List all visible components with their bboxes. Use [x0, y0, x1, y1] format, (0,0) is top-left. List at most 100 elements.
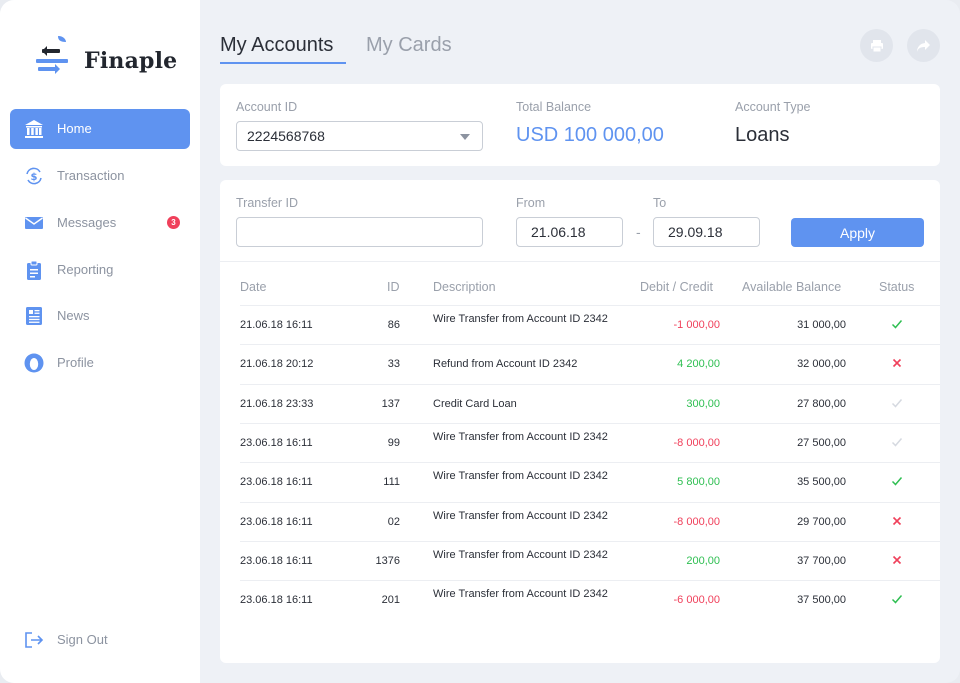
table-row[interactable]: 23.06.18 16:11 201 Wire Transfer from Acco… — [240, 580, 940, 619]
cell-available-balance: 35 500,00 — [797, 476, 846, 489]
column-header-date[interactable]: Date — [240, 280, 266, 294]
cell-date: 21.06.18 23:33 — [240, 397, 314, 410]
cell-description: Wire Transfer from Account ID 2342 — [433, 588, 608, 601]
cell-debit-credit: -8 000,00 — [673, 515, 720, 528]
cell-id: 86 — [387, 319, 400, 331]
sidebar-item-messages[interactable]: Messages 3 — [10, 203, 190, 243]
account-type-value: Loans — [735, 124, 790, 146]
print-button[interactable] — [860, 29, 893, 62]
cell-description: Wire Transfer from Account ID 2342 — [433, 313, 608, 325]
cell-id: 111 — [383, 476, 400, 489]
cell-available-balance: 37 700,00 — [797, 554, 846, 567]
app-window: Finaple Home $ Transaction Messages 3 Re… — [0, 0, 960, 683]
cell-debit-credit: -1 000,00 — [673, 319, 720, 331]
table-row[interactable]: 21.06.18 16:11 86 Wire Transfer from Accou… — [240, 305, 940, 344]
table-row[interactable]: 21.06.18 23:33 137 Credit Card Loan 300,00 2… — [240, 383, 940, 423]
cell-id: 99 — [387, 436, 400, 449]
cell-date: 23.06.18 16:11 — [240, 594, 313, 607]
sidebar-item-home[interactable]: Home — [10, 109, 190, 149]
tab-my-cards[interactable]: My Cards — [366, 34, 452, 57]
print-icon — [870, 39, 883, 52]
sign-out-icon — [24, 630, 44, 650]
account-type-label: Account Type — [735, 100, 811, 114]
cell-id: 1376 — [375, 554, 400, 567]
finaple-logo-icon — [36, 36, 68, 74]
account-id-value: 2224568768 — [247, 128, 325, 144]
column-header-status[interactable]: Status — [879, 280, 914, 294]
sidebar-item-news[interactable]: News — [10, 296, 190, 336]
table-row[interactable]: 23.06.18 16:11 99 Wire Transfer from Accou… — [240, 422, 940, 462]
cell-id: 33 — [387, 358, 400, 371]
from-date-input[interactable] — [516, 217, 623, 247]
column-header-description[interactable]: Description — [433, 280, 496, 294]
apply-button[interactable]: Apply — [791, 218, 924, 247]
cell-debit-credit: -8 000,00 — [673, 436, 720, 449]
dollar-exchange-icon: $ — [24, 166, 44, 186]
brand-name: Finaple — [84, 48, 178, 74]
active-tab-indicator — [220, 62, 346, 64]
cell-date: 23.06.18 16:11 — [240, 476, 313, 489]
total-balance-value: USD 100 000,00 — [516, 124, 664, 146]
sidebar-item-profile[interactable]: Profile — [10, 343, 190, 383]
cell-available-balance: 37 500,00 — [797, 594, 846, 607]
cell-debit-credit: 300,00 — [686, 397, 720, 410]
sidebar: Finaple Home $ Transaction Messages 3 Re… — [0, 0, 200, 683]
svg-text:$: $ — [31, 172, 38, 183]
cell-date: 23.06.18 16:11 — [240, 436, 313, 449]
cell-available-balance: 32 000,00 — [797, 358, 846, 371]
cell-id: 137 — [381, 397, 400, 410]
transfer-id-input[interactable] — [236, 217, 483, 247]
status-failed-icon — [890, 356, 904, 370]
tab-my-accounts[interactable]: My Accounts — [220, 34, 333, 57]
status-success-icon — [890, 474, 904, 488]
share-icon — [917, 39, 930, 52]
cell-date: 23.06.18 16:11 — [240, 515, 313, 528]
table-row[interactable]: 23.06.18 16:11 111 Wire Transfer from Acco… — [240, 462, 940, 501]
column-header-available-balance[interactable]: Available Balance — [742, 280, 841, 294]
to-date-label: To — [653, 196, 667, 210]
bank-icon — [24, 119, 44, 139]
to-date-input[interactable] — [653, 217, 760, 247]
share-button[interactable] — [907, 29, 940, 62]
table-row[interactable]: 23.06.18 16:11 1376 Wire Transfer from Acc… — [240, 540, 940, 580]
account-id-select[interactable]: 2224568768 — [236, 121, 483, 151]
sign-out-button[interactable]: Sign Out — [10, 620, 190, 660]
brand-logo[interactable]: Finaple — [36, 34, 186, 82]
date-range-separator: - — [636, 224, 641, 240]
cell-description: Refund from Account ID 2342 — [433, 358, 578, 371]
from-date-label: From — [516, 196, 546, 210]
cell-debit-credit: -6 000,00 — [673, 594, 720, 607]
status-success-icon — [890, 317, 904, 331]
sidebar-item-transaction[interactable]: $ Transaction — [10, 156, 190, 196]
status-failed-icon — [890, 553, 904, 567]
cell-debit-credit: 4 200,00 — [677, 358, 720, 371]
account-summary-card: Account ID 2224568768 Total Balance USD … — [220, 84, 940, 166]
clipboard-icon — [24, 260, 44, 280]
cell-available-balance: 29 700,00 — [797, 515, 846, 528]
cell-date: 23.06.18 16:11 — [240, 554, 313, 567]
table-row[interactable]: 21.06.18 20:12 33 Refund from Account ID 2… — [240, 344, 940, 383]
cell-description: Wire Transfer from Account ID 2342 — [433, 548, 608, 561]
table-row[interactable]: 23.06.18 16:11 02 Wire Transfer from Accou… — [240, 501, 940, 541]
transactions-card: Transfer ID From - To Apply Date ID Desc… — [220, 180, 940, 663]
messages-count-badge: 3 — [167, 216, 180, 229]
sidebar-item-reporting[interactable]: Reporting — [10, 250, 190, 290]
transfer-id-label: Transfer ID — [236, 196, 299, 210]
account-id-label: Account ID — [236, 100, 298, 114]
status-success-icon — [890, 592, 904, 606]
cell-id: 02 — [387, 515, 400, 528]
cell-description: Credit Card Loan — [433, 397, 517, 410]
sidebar-item-label: Transaction — [57, 168, 125, 183]
cell-date: 21.06.18 16:11 — [240, 319, 313, 331]
sidebar-item-label: Reporting — [57, 262, 114, 277]
column-header-id[interactable]: ID — [387, 280, 400, 294]
cell-available-balance: 27 800,00 — [797, 397, 846, 410]
column-header-debit-credit[interactable]: Debit / Credit — [640, 280, 713, 294]
user-icon — [24, 353, 44, 373]
chevron-down-icon — [460, 134, 470, 140]
envelope-icon — [24, 213, 44, 233]
cell-available-balance: 27 500,00 — [797, 436, 846, 449]
sidebar-item-label: Home — [57, 121, 92, 136]
cell-date: 21.06.18 20:12 — [240, 358, 314, 371]
cell-debit-credit: 200,00 — [686, 554, 720, 567]
